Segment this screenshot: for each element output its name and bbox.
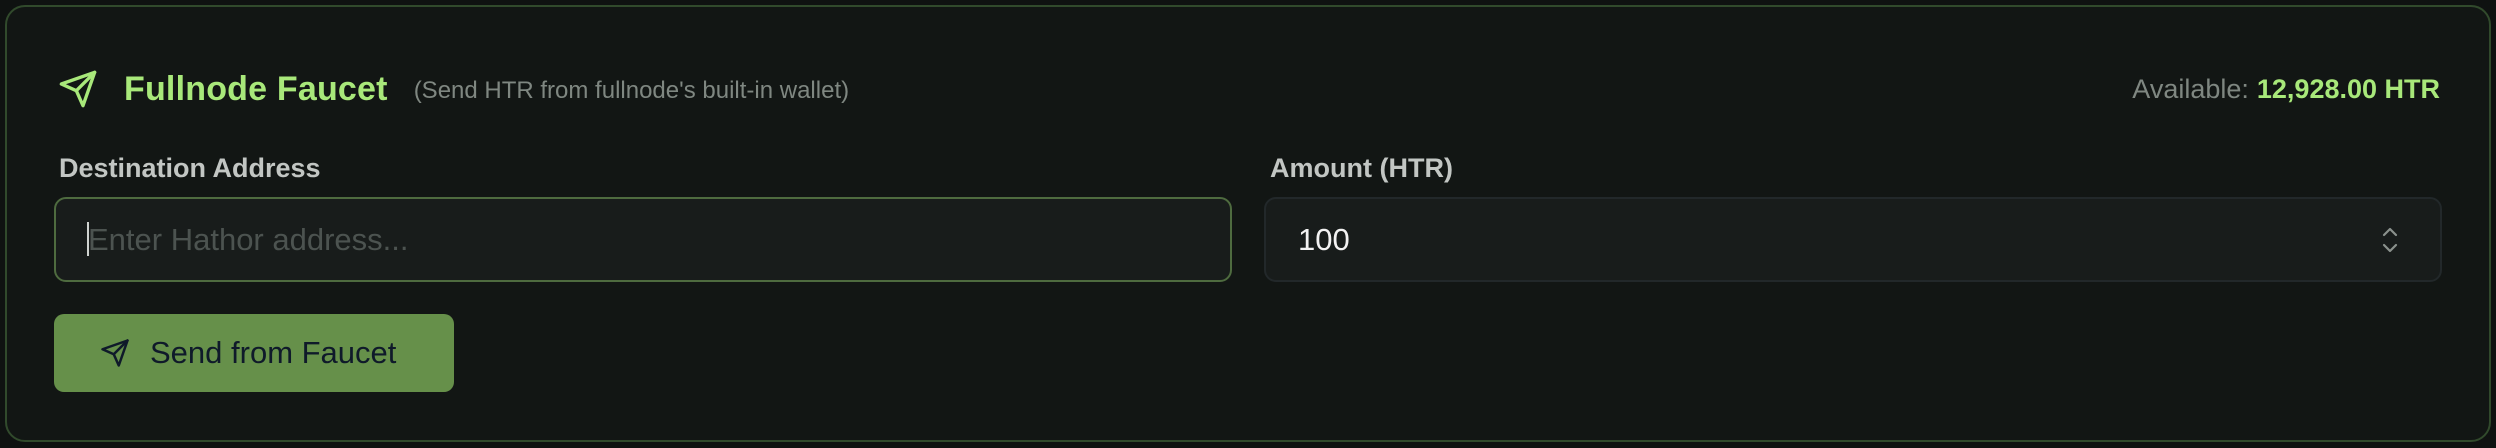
send-button-label: Send from Faucet (150, 335, 397, 370)
faucet-header: Fullnode Faucet (Send HTR from fullnode'… (56, 62, 2440, 116)
amount-label: Amount (HTR) (1270, 153, 1453, 183)
send-icon (56, 67, 100, 111)
chevron-up-down-icon[interactable] (2378, 223, 2402, 257)
available-value: 12,928.00 HTR (2256, 73, 2440, 104)
available-balance: Available: 12,928.00 HTR (2132, 74, 2440, 105)
send-from-faucet-button[interactable]: Send from Faucet (54, 314, 454, 392)
send-icon (100, 338, 130, 368)
available-label: Available: (2132, 73, 2249, 104)
destination-address-label: Destination Address (59, 153, 321, 183)
faucet-title: Fullnode Faucet (124, 69, 388, 108)
amount-field (1264, 197, 2442, 282)
amount-input[interactable] (1264, 197, 2442, 282)
destination-address-input[interactable] (54, 197, 1232, 282)
text-cursor (87, 222, 89, 256)
faucet-subtitle: (Send HTR from fullnode's built-in walle… (413, 77, 850, 104)
